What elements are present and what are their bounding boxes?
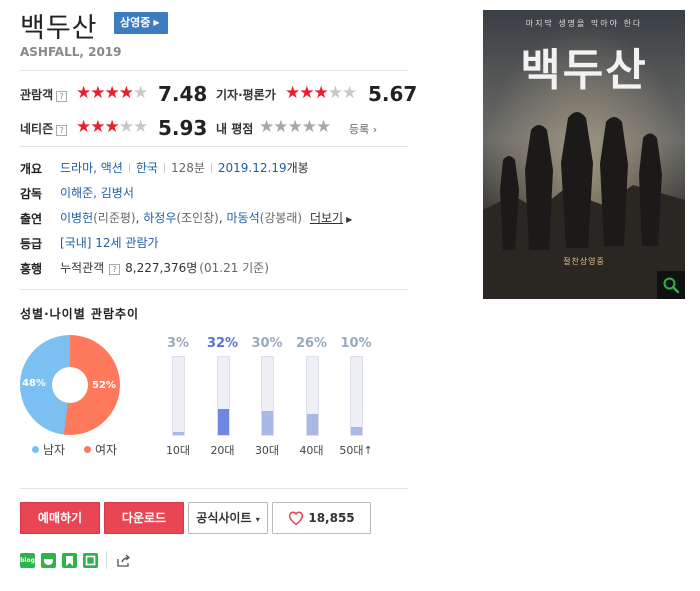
audience-count: 8,227,376명: [125, 261, 198, 275]
legend-dot: [32, 446, 39, 453]
age-bar-value: 26%: [295, 336, 328, 351]
runtime: 128분: [170, 161, 205, 175]
divider: [20, 289, 408, 290]
age-bar-value: 30%: [251, 336, 283, 351]
critic-rating-label: 기자·평론가: [216, 88, 276, 102]
grade-key: 등급: [20, 237, 43, 251]
audience-rating-label: 관람객?: [20, 86, 68, 103]
like-button[interactable]: 18,855: [272, 502, 371, 534]
now-showing-badge[interactable]: 상영중 ▶: [114, 12, 168, 34]
age-bar: [173, 432, 184, 435]
my-rating-stars[interactable]: ★★★★★: [259, 117, 331, 137]
badge-label: 상영중: [120, 16, 151, 29]
legend-male: 남자: [32, 441, 65, 458]
age-bar-value: 10%: [340, 336, 372, 351]
grade-link[interactable]: [국내] 12세 관람가: [60, 236, 159, 250]
poster-title: 백두산: [520, 45, 648, 96]
movie-title: 백두산: [20, 13, 98, 44]
age-bar-track: [350, 356, 363, 436]
share-icon[interactable]: [116, 553, 131, 572]
age-bar-value: 3%: [166, 336, 190, 351]
cast-link-1[interactable]: 이병헌: [60, 211, 93, 225]
help-icon[interactable]: ?: [56, 125, 68, 136]
my-rating-label: 내 평점: [216, 122, 254, 136]
summary-row: 드라마, 액션 한국 128분 2019.12.19개봉: [60, 159, 309, 176]
cast-more-link[interactable]: 더보기: [310, 211, 343, 225]
audience-score: 7.48: [158, 82, 208, 106]
divider: [20, 146, 408, 147]
genre-link[interactable]: 드라마, 액션: [60, 161, 123, 175]
chevron-right-icon: ›: [372, 123, 378, 136]
audience-count-date: (01.21 기준): [199, 261, 269, 275]
cafe-share-icon[interactable]: [41, 553, 56, 568]
movie-subtitle: ASHFALL, 2019: [20, 45, 122, 59]
age-bar-track: [216, 356, 230, 436]
caret-down-icon: ▾: [255, 515, 260, 524]
netizen-rating-label: 네티즌?: [20, 120, 68, 137]
bookmark-share-icon[interactable]: [62, 553, 77, 568]
memo-share-icon[interactable]: [83, 553, 98, 568]
netizen-score: 5.93: [158, 116, 208, 140]
poster-bottom-text: 절찬상영중: [563, 257, 605, 266]
cast-link-2[interactable]: 하정우: [143, 211, 176, 225]
help-icon[interactable]: ?: [109, 264, 121, 275]
critic-score: 5.67: [368, 82, 418, 106]
chart-section-title: 성별·나이별 관람추이: [20, 307, 140, 321]
help-icon[interactable]: ?: [56, 91, 68, 102]
country-link[interactable]: 한국: [136, 161, 158, 175]
like-count: 18,855: [308, 511, 355, 525]
boxoffice-row: 누적관객? 8,227,376명 (01.21 기준): [60, 261, 269, 275]
caret-right-icon: ▶: [346, 215, 353, 224]
zoom-button[interactable]: [657, 271, 685, 299]
age-bar-label: 30대: [254, 444, 280, 457]
register-rating-link[interactable]: 등록 ›: [349, 121, 377, 137]
age-bar-track: [305, 356, 319, 436]
age-bar-label: 10대: [165, 444, 191, 457]
divider: [20, 488, 408, 489]
netizen-stars: ★★★★★: [76, 117, 148, 137]
download-button[interactable]: 다운로드: [104, 502, 184, 534]
legend-female: 여자: [84, 441, 117, 458]
age-bar: [217, 409, 229, 435]
age-bar: [262, 411, 273, 435]
reserve-button[interactable]: 예매하기: [20, 502, 100, 534]
age-bar-value: 32%: [206, 336, 239, 351]
age-bar: [351, 427, 362, 435]
official-site-button[interactable]: 공식사이트 ▾: [188, 502, 268, 534]
release-date-link[interactable]: 2019.12.19: [218, 161, 287, 175]
age-bar-label: 40대: [299, 444, 324, 457]
divider: [106, 551, 107, 569]
divider: [20, 70, 408, 71]
cast-key: 출연: [20, 212, 43, 226]
age-bar-label: 50대↑: [339, 444, 373, 457]
chevron-right-icon: ▶: [153, 18, 160, 27]
pie-label-female: 52%: [92, 380, 116, 391]
summary-key: 개요: [20, 162, 43, 176]
age-bar: [306, 414, 318, 435]
director-link[interactable]: 이해준, 김병서: [60, 186, 134, 200]
heart-icon: [289, 511, 304, 526]
age-bar-label: 20대: [210, 444, 235, 457]
critic-stars: ★★★★★: [285, 83, 357, 103]
grade-row: [국내] 12세 관람가: [60, 234, 159, 251]
boxoffice-key: 흥행: [20, 262, 43, 276]
magnifier-icon: [663, 277, 680, 294]
director-row: 이해준, 김병서: [60, 184, 134, 201]
director-key: 감독: [20, 187, 43, 201]
blog-share-icon[interactable]: blog: [20, 553, 35, 568]
pie-center: [52, 367, 88, 403]
audience-stars: ★★★★★: [76, 83, 148, 103]
pie-label-male: 48%: [22, 378, 46, 389]
age-bar-track: [261, 356, 274, 436]
movie-poster[interactable]: 마지막 생명을 막아야 한다 백두산 절찬상영중: [483, 10, 685, 299]
release-suffix: 개봉: [286, 161, 309, 175]
age-bar-track: [172, 356, 185, 436]
cast-link-3[interactable]: 마동석: [227, 211, 260, 225]
poster-tagline: 마지막 생명을 막아야 한다: [525, 19, 643, 28]
cast-row: 이병헌(리준평), 하정우(조인창), 마동석(강봉래) 더보기 ▶: [60, 211, 353, 225]
legend-dot: [84, 446, 91, 453]
